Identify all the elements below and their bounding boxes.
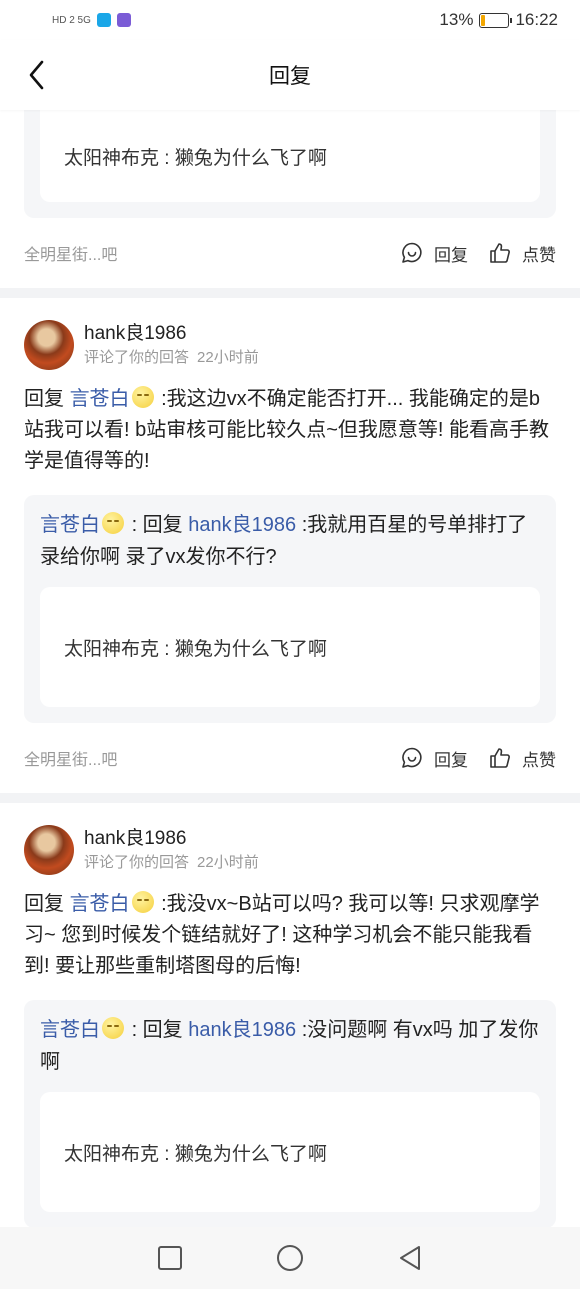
comment-body[interactable]: 回复 言苍白 :我这边vx不确定能否打开... 我能确定的是b站我可以看! b站…	[24, 384, 556, 477]
source-forum[interactable]: 全明星街...吧	[24, 241, 117, 265]
like-label: 点赞	[522, 245, 556, 265]
reply-card: hank良1986 评论了你的回答 22小时前 回复 言苍白 :我没vx~B站可以…	[0, 803, 580, 1227]
comment-header: hank良1986 评论了你的回答 22小时前	[24, 803, 556, 875]
page-title: 回复	[269, 65, 311, 88]
quoted-reply: 太阳神布克 : 獭兔为什么飞了啊	[24, 110, 556, 218]
like-label: 点赞	[522, 750, 556, 770]
top-header: 回复	[0, 40, 580, 110]
quote-author[interactable]: 言苍白	[40, 1019, 100, 1041]
reply-button[interactable]: 回复	[400, 241, 468, 266]
original-comment[interactable]: 太阳神布克 : 獭兔为什么飞了啊	[40, 1092, 540, 1212]
recent-apps-button[interactable]	[153, 1241, 187, 1275]
comment-bubble-icon	[402, 242, 422, 263]
smile-emoji-icon	[131, 386, 154, 408]
quote-target[interactable]: hank良1986	[188, 514, 296, 536]
comment-header: hank良1986 评论了你的回答 22小时前	[24, 298, 556, 370]
username[interactable]: hank良1986	[84, 321, 267, 347]
app-notification-icon	[116, 13, 131, 27]
action-text: 评论了你的回答	[84, 349, 190, 366]
battery-percent: 13%	[439, 10, 474, 29]
status-bar: HD 2 5G 13% 16:22	[0, 0, 580, 40]
card-actions: 全明星街...吧 回复 点赞	[24, 723, 556, 793]
source-forum[interactable]: 全明星街...吧	[24, 746, 117, 770]
quoted-reply[interactable]: 言苍白 : 回复 hank良1986 :没问题啊 有vx吗 加了发你啊 太阳神布…	[24, 1000, 556, 1227]
smile-emoji-icon	[102, 512, 124, 534]
square-icon	[158, 1246, 182, 1270]
mention-link[interactable]: 言苍白	[70, 893, 130, 915]
username[interactable]: hank良1986	[84, 826, 267, 852]
smile-emoji-icon	[102, 1017, 124, 1039]
avatar[interactable]	[24, 825, 74, 875]
app-notification-icon	[96, 13, 111, 27]
comment-bubble-icon	[402, 747, 422, 768]
like-button[interactable]: 点赞	[488, 241, 556, 266]
thumbs-up-icon	[490, 243, 510, 263]
system-nav-bar	[0, 1227, 580, 1289]
quote-prefix: : 回复	[131, 1019, 183, 1041]
original-comment[interactable]: 太阳神布克 : 獭兔为什么飞了啊	[40, 587, 540, 707]
clock: 16:22	[515, 10, 558, 29]
reply-card: 太阳神布克 : 獭兔为什么飞了啊 全明星街...吧 回复 点赞	[0, 110, 580, 288]
back-button[interactable]	[24, 58, 52, 92]
original-comment-text: 太阳神布克 : 獭兔为什么飞了啊	[64, 147, 327, 169]
battery-icon	[479, 12, 513, 28]
original-comment-text: 太阳神布克 : 獭兔为什么飞了啊	[64, 1143, 327, 1165]
reply-label: 回复	[434, 245, 468, 265]
quote-author[interactable]: 言苍白	[40, 514, 100, 536]
home-button[interactable]	[273, 1241, 307, 1275]
circle-icon	[277, 1245, 303, 1271]
quote-prefix: : 回复	[131, 514, 183, 536]
comment-body[interactable]: 回复 言苍白 :我没vx~B站可以吗? 我可以等! 只求观摩学习~ 您到时候发个…	[24, 889, 556, 982]
reply-prefix: 回复	[24, 388, 64, 410]
mention-link[interactable]: 言苍白	[70, 388, 130, 410]
chevron-left-icon	[29, 60, 44, 90]
action-text: 评论了你的回答	[84, 854, 190, 871]
like-button[interactable]: 点赞	[488, 746, 556, 771]
back-nav-button[interactable]	[393, 1241, 427, 1275]
original-comment-text: 太阳神布克 : 獭兔为什么飞了啊	[64, 638, 327, 660]
quoted-reply[interactable]: 言苍白 : 回复 hank良1986 :我就用百星的号单排打了录给你啊 录了vx…	[24, 495, 556, 723]
timestamp: 22小时前	[197, 854, 259, 871]
network-indicator: HD 2 5G	[52, 14, 91, 26]
smile-emoji-icon	[131, 891, 154, 913]
timestamp: 22小时前	[197, 349, 259, 366]
triangle-back-icon	[400, 1246, 420, 1270]
reply-button[interactable]: 回复	[400, 746, 468, 771]
card-actions: 全明星街...吧 回复 点赞	[24, 218, 556, 288]
reply-prefix: 回复	[24, 893, 64, 915]
reply-label: 回复	[434, 750, 468, 770]
thumbs-up-icon	[490, 748, 510, 768]
avatar[interactable]	[24, 320, 74, 370]
quote-target[interactable]: hank良1986	[188, 1019, 296, 1041]
reply-card: hank良1986 评论了你的回答 22小时前 回复 言苍白 :我这边vx不确定能…	[0, 298, 580, 793]
original-comment[interactable]: 太阳神布克 : 獭兔为什么飞了啊	[40, 110, 540, 202]
status-icons: HD 2 5G	[52, 13, 131, 27]
reply-feed[interactable]: 太阳神布克 : 獭兔为什么飞了啊 全明星街...吧 回复 点赞 hank良198	[0, 110, 580, 1227]
